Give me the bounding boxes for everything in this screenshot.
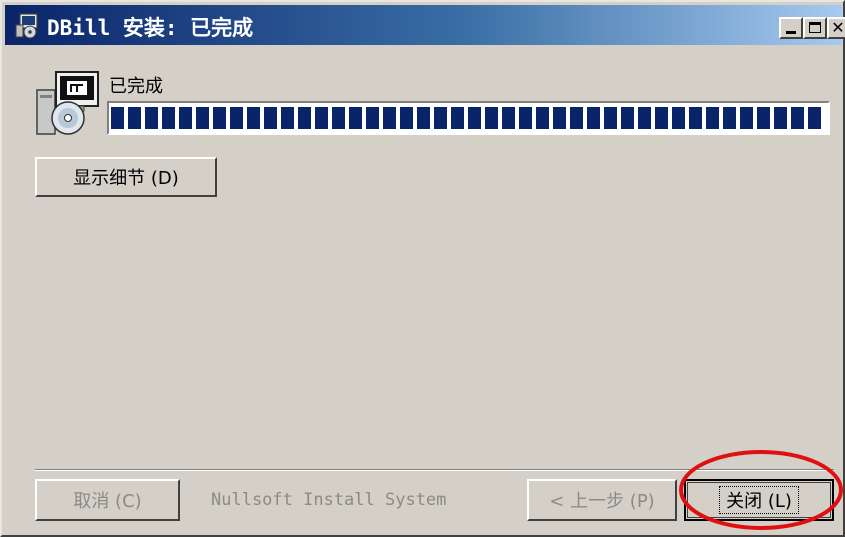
progress-segment (519, 107, 532, 129)
cancel-button[interactable]: 取消 (C) (35, 479, 180, 521)
maximize-icon (809, 22, 821, 33)
close-window-button[interactable]: ✕ (827, 17, 845, 39)
installer-icon (15, 13, 38, 39)
progress-segment (247, 107, 260, 129)
progress-segment (179, 107, 192, 129)
progress-segment (723, 107, 736, 129)
progress-segment (332, 107, 345, 129)
progress-segment (468, 107, 481, 129)
progress-segment (757, 107, 770, 129)
progress-segment (264, 107, 277, 129)
progress-segment (672, 107, 685, 129)
progress-segment (689, 107, 702, 129)
progress-segment (434, 107, 447, 129)
show-details-button[interactable]: 显示细节 (D) (35, 157, 217, 197)
progress-segment (230, 107, 243, 129)
minimize-icon (786, 31, 796, 34)
progress-segment (349, 107, 362, 129)
progress-segment (213, 107, 226, 129)
progress-segment (502, 107, 515, 129)
highlight-circle (679, 450, 843, 530)
close-icon: ✕ (831, 18, 845, 37)
progress-segment (281, 107, 294, 129)
progress-segment (111, 107, 124, 129)
progress-segment (740, 107, 753, 129)
progress-segment (774, 107, 787, 129)
progress-bar (107, 101, 830, 135)
progress-segment (706, 107, 719, 129)
progress-segment (196, 107, 209, 129)
progress-segment (621, 107, 634, 129)
back-button[interactable]: < 上一步 (P) (527, 479, 677, 521)
progress-segment (451, 107, 464, 129)
minimize-button[interactable] (779, 17, 803, 39)
progress-segment (553, 107, 566, 129)
progress-segment (162, 107, 175, 129)
installer-branding: Nullsoft Install System (211, 490, 447, 510)
window-title: DBill 安装: 已完成 (47, 16, 254, 40)
progress-segment (791, 107, 804, 129)
progress-segment (587, 107, 600, 129)
progress-segment (570, 107, 583, 129)
progress-segment (638, 107, 651, 129)
title-bar[interactable]: DBill 安装: 已完成 ✕ (5, 5, 845, 45)
progress-segment (128, 107, 141, 129)
progress-segment (145, 107, 158, 129)
progress-segment (400, 107, 413, 129)
progress-segment (383, 107, 396, 129)
status-label: 已完成 (109, 76, 163, 97)
progress-segment (808, 107, 821, 129)
progress-segment (536, 107, 549, 129)
progress-segment (298, 107, 311, 129)
maximize-button[interactable] (803, 17, 827, 39)
progress-segment (655, 107, 668, 129)
progress-segment (315, 107, 328, 129)
setup-disc-icon (36, 71, 99, 135)
progress-segment (366, 107, 379, 129)
progress-segment (604, 107, 617, 129)
progress-segment (417, 107, 430, 129)
progress-segment (485, 107, 498, 129)
